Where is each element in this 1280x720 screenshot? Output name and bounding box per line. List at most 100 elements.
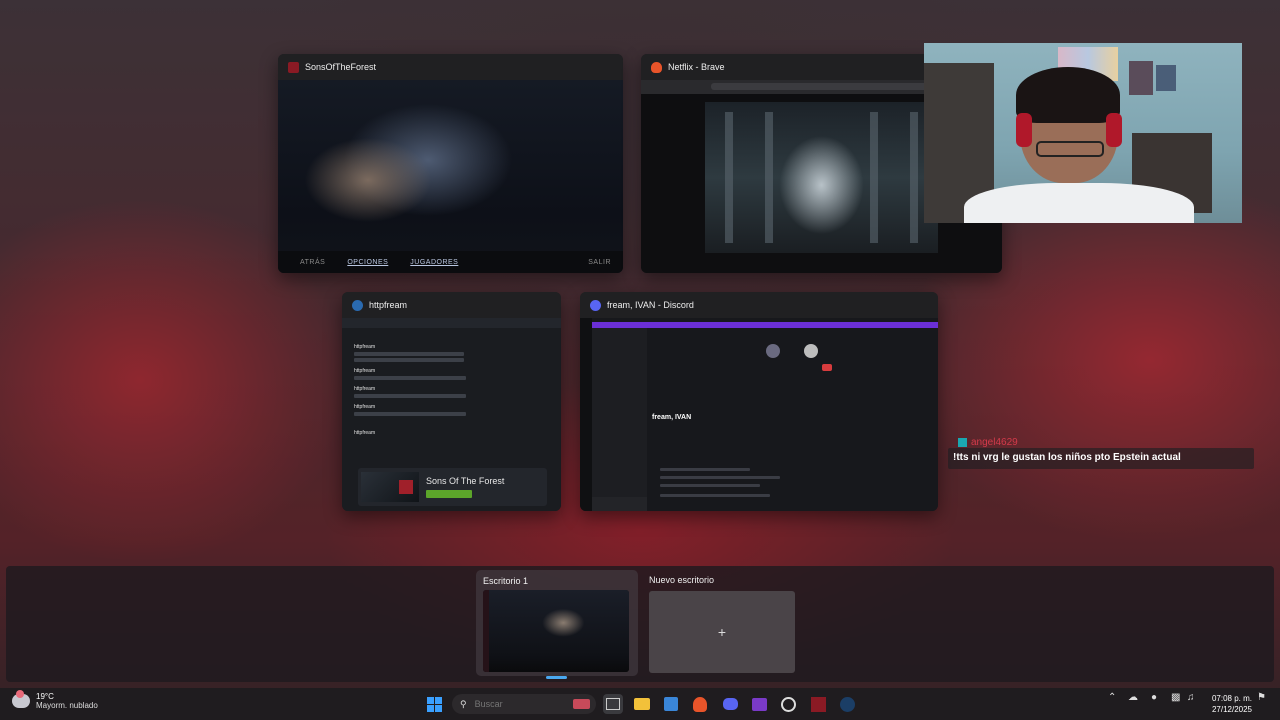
start-button[interactable] — [424, 694, 444, 714]
steam-taskbar-icon[interactable] — [837, 694, 857, 714]
message-line — [660, 468, 750, 471]
window-titlebar: SonsOfTheForest — [278, 54, 623, 80]
network-icon[interactable]: ▩ — [1171, 692, 1180, 703]
call-avatar — [804, 344, 818, 358]
headphones-right — [1106, 113, 1122, 147]
menu-exit: SALIR — [588, 258, 611, 266]
chevron-up-icon[interactable]: ⌃ — [1108, 692, 1116, 703]
windows-logo-icon — [426, 696, 442, 712]
chat-overlay-message: !tts ni vrg le gustan los niños pto Epst… — [953, 452, 1181, 463]
window-steam-chat[interactable]: httpfream httpfream httpfream httpfream … — [342, 292, 561, 511]
chat-message-line — [354, 394, 466, 398]
new-desktop-button[interactable]: + — [649, 591, 795, 673]
webcam-person-glasses — [1036, 141, 1104, 157]
chat-overlay-user: angel4629 — [958, 437, 1018, 448]
plus-icon: + — [717, 624, 727, 640]
menu-back: ATRÁS — [300, 258, 326, 266]
webcam-person-hair — [1016, 67, 1120, 123]
microphone-icon[interactable]: ● — [1151, 692, 1157, 703]
user-panel — [592, 497, 647, 511]
chat-message-line — [354, 358, 464, 362]
pillar-shape — [765, 112, 773, 243]
steam-icon — [352, 299, 363, 311]
notification-icon[interactable]: ⚑ — [1257, 692, 1266, 703]
search-highlight-icon — [572, 699, 590, 709]
end-call-button — [822, 364, 832, 371]
weather-icon — [12, 690, 30, 708]
chat-sender: httpfream — [354, 430, 376, 436]
sons-of-the-forest-icon — [288, 61, 299, 73]
webcam-overlay — [924, 43, 1242, 223]
sons-of-the-forest-taskbar-icon[interactable] — [808, 694, 828, 714]
chat-message-line — [354, 412, 466, 416]
file-explorer-icon[interactable] — [632, 694, 652, 714]
microsoft-store-icon[interactable] — [661, 694, 681, 714]
obs-studio-icon[interactable] — [778, 694, 798, 714]
video-frame — [705, 102, 938, 253]
discord-taskbar-icon[interactable] — [720, 694, 740, 714]
headphones-left — [1016, 113, 1032, 147]
server-rail — [580, 318, 592, 511]
pillar-shape — [725, 112, 733, 243]
chat-sender: httpfream — [354, 368, 376, 374]
brave-icon — [651, 61, 662, 73]
window-sons-of-the-forest[interactable]: SonsOfTheForest ATRÁS OPCIONES JUGADORES… — [278, 54, 623, 273]
taskbar-search[interactable]: ⚲ — [452, 694, 596, 714]
task-view-icon[interactable] — [603, 694, 623, 714]
pillar-shape — [910, 112, 918, 243]
webcam-person-shirt — [964, 183, 1194, 223]
active-desktop-indicator — [546, 676, 567, 679]
brave-browser-icon[interactable] — [690, 694, 710, 714]
menu-players: JUGADORES — [410, 258, 459, 266]
message-line — [660, 476, 780, 479]
desktop-1-label: Escritorio 1 — [483, 576, 529, 586]
webcam-poster — [1156, 65, 1176, 91]
search-input[interactable] — [472, 698, 567, 710]
game-thumbnail — [361, 472, 419, 502]
call-avatar — [766, 344, 780, 358]
cloud-sync-icon[interactable]: ☁ — [1128, 692, 1138, 703]
weather-widget[interactable]: 19°C Mayorm. nublado — [12, 690, 98, 710]
chat-message-line — [354, 376, 466, 380]
chat-sender: httpfream — [354, 404, 376, 410]
window-title: SonsOfTheForest — [305, 62, 377, 72]
chat-message-line — [354, 352, 464, 356]
window-title: httpfream — [369, 300, 408, 310]
clapper-app-icon[interactable] — [749, 694, 769, 714]
pillar-shape — [870, 112, 878, 243]
weather-condition: Mayorm. nublado — [36, 701, 98, 710]
window-titlebar: fream, IVAN - Discord — [580, 292, 938, 318]
game-invite-card: Sons Of The Forest — [358, 468, 547, 506]
clock-date: 27/12/2025 — [1211, 705, 1252, 714]
new-desktop-label: Nuevo escritorio — [649, 575, 715, 585]
join-game-button — [426, 490, 472, 498]
clock-time: 07:08 p. m. — [1211, 694, 1252, 703]
webcam-poster — [1129, 61, 1153, 95]
weather-temperature: 19°C — [36, 692, 54, 701]
virtual-desktops-bar — [6, 566, 1274, 682]
window-discord[interactable]: fream, IVAN - Discord fream, IVAN — [580, 292, 938, 511]
chat-sender: httpfream — [354, 386, 376, 392]
dm-list — [592, 328, 647, 511]
game-preview: ATRÁS OPCIONES JUGADORES SALIR — [278, 80, 623, 273]
dm-title: fream, IVAN — [652, 414, 692, 421]
discord-icon — [590, 299, 601, 311]
system-clock[interactable]: 07:08 p. m. 27/12/2025 — [1206, 693, 1252, 715]
message-line — [660, 484, 760, 487]
volume-icon[interactable]: ♫ — [1187, 692, 1195, 703]
message-line — [660, 494, 770, 497]
chat-tab-strip — [342, 318, 561, 328]
window-titlebar: httpfream — [342, 292, 561, 318]
chat-sender: httpfream — [354, 344, 376, 350]
game-menu: ATRÁS OPCIONES JUGADORES SALIR — [278, 251, 623, 273]
desktop-1-thumbnail[interactable] — [483, 590, 629, 672]
chat-username: angel4629 — [971, 437, 1018, 448]
user-badge-icon — [958, 438, 967, 447]
search-icon: ⚲ — [460, 698, 467, 709]
window-title: fream, IVAN - Discord — [607, 300, 694, 310]
menu-options: OPCIONES — [347, 258, 389, 266]
discord-preview: fream, IVAN — [580, 318, 938, 511]
window-title: Netflix - Brave — [668, 62, 725, 72]
steam-chat-preview: httpfream httpfream httpfream httpfream … — [342, 318, 561, 511]
game-invite-title: Sons Of The Forest — [426, 476, 505, 486]
